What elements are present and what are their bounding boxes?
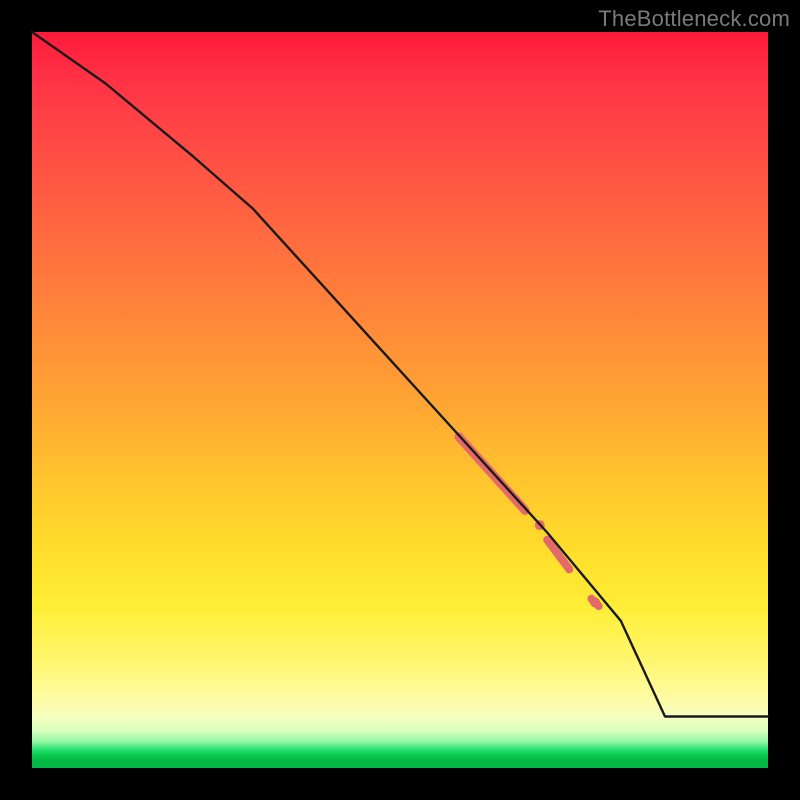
watermark-text: TheBottleneck.com <box>598 6 790 32</box>
chart-svg <box>32 32 768 768</box>
highlight-layer <box>459 437 600 608</box>
highlight-dot <box>590 597 600 607</box>
curve-path <box>32 32 768 717</box>
plot-area <box>32 32 768 768</box>
chart-stage: TheBottleneck.com <box>0 0 800 800</box>
